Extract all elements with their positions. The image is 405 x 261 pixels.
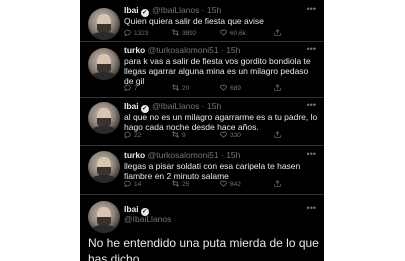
retweet-icon — [172, 131, 179, 138]
share-button[interactable] — [274, 29, 284, 39]
share-button[interactable] — [274, 84, 284, 94]
like-button[interactable]: 330 — [220, 131, 241, 141]
reply-count: 1323 — [134, 30, 149, 37]
display-name[interactable]: Ibai — [124, 204, 139, 214]
share-button[interactable] — [274, 131, 284, 141]
like-button[interactable]: 60,6k — [220, 29, 246, 39]
display-name[interactable]: turko — [124, 45, 145, 55]
reply-count: 14 — [134, 181, 142, 188]
tweet-thread: Ibai ✓ @IbaiLlanos · 15h ••• Quien quiera… — [80, 0, 324, 261]
timestamp[interactable]: · 15h — [221, 150, 240, 160]
tweet-actions: 22 9 330 — [124, 131, 318, 141]
more-icon[interactable]: ••• — [307, 4, 316, 14]
more-icon[interactable]: ••• — [307, 203, 316, 213]
display-name[interactable]: Ibai — [124, 101, 139, 111]
avatar[interactable] — [88, 48, 120, 80]
avatar[interactable] — [88, 151, 120, 183]
reply-icon — [124, 84, 131, 92]
heart-icon — [220, 180, 227, 187]
tweet-text: para k vas a salir de fiesta vos gordito… — [124, 56, 311, 86]
tweet-text: al que no es un milagro agarrarme es a t… — [124, 112, 318, 132]
more-icon[interactable]: ••• — [307, 149, 316, 159]
retweet-count: 20 — [182, 85, 190, 92]
tweet-actions: 14 25 842 — [124, 180, 318, 190]
share-icon — [274, 180, 281, 187]
divider — [80, 41, 324, 42]
retweet-button[interactable]: 25 — [172, 180, 189, 190]
retweet-icon — [172, 84, 179, 91]
reply-icon — [124, 131, 131, 139]
retweet-button[interactable]: 20 — [172, 84, 189, 94]
retweet-count: 9 — [182, 132, 186, 139]
handle[interactable]: @turkosalomoni51 — [148, 150, 219, 160]
avatar[interactable] — [88, 102, 120, 134]
tweet-header: turko @turkosalomoni51 · 15h — [124, 150, 240, 160]
retweet-icon — [172, 180, 179, 187]
divider — [80, 145, 324, 146]
reply-button[interactable]: 14 — [124, 180, 141, 190]
heart-icon — [220, 84, 227, 91]
like-count: 330 — [230, 132, 241, 139]
more-icon[interactable]: ••• — [307, 100, 316, 110]
retweet-count: 3892 — [182, 30, 197, 37]
retweet-icon — [172, 29, 179, 36]
handle[interactable]: @IbaiLlanos — [152, 5, 199, 15]
like-count: 842 — [230, 181, 241, 188]
more-icon[interactable]: ••• — [307, 44, 316, 54]
divider — [80, 97, 324, 98]
like-button[interactable]: 842 — [220, 180, 241, 190]
reply-icon — [124, 29, 131, 37]
retweet-count: 25 — [182, 181, 190, 188]
like-count: 60,6k — [230, 30, 246, 37]
reply-button[interactable]: 1323 — [124, 29, 148, 39]
heart-icon — [220, 131, 227, 138]
reply-icon — [124, 180, 131, 188]
tweet-text: Quien quiera salir de fiesta que avise — [124, 16, 264, 26]
retweet-button[interactable]: 3892 — [172, 29, 196, 39]
share-button[interactable] — [274, 180, 284, 190]
reply-button[interactable]: 22 — [124, 131, 141, 141]
timestamp[interactable]: · 15h — [221, 45, 240, 55]
handle[interactable]: @turkosalomoni51 — [148, 45, 219, 55]
tweet-actions: 1323 3892 60,6k — [124, 29, 318, 39]
like-button[interactable]: 689 — [220, 84, 241, 94]
avatar[interactable] — [88, 8, 120, 40]
handle[interactable]: @IbaiLlanos — [124, 214, 171, 224]
focused-tweet[interactable]: Ibai ✓ @IbaiLlanos ••• No he entendido un… — [80, 195, 324, 261]
reply-count: 7 — [134, 85, 138, 92]
like-count: 689 — [230, 85, 241, 92]
avatar[interactable] — [88, 201, 120, 233]
tweet-handle-line: @IbaiLlanos — [124, 214, 171, 224]
retweet-button[interactable]: 9 — [172, 131, 186, 141]
share-icon — [274, 131, 281, 138]
handle[interactable]: @IbaiLlanos — [152, 101, 199, 111]
share-icon — [274, 84, 281, 91]
timestamp[interactable]: · 15h — [202, 5, 221, 15]
heart-icon — [220, 29, 227, 36]
display-name[interactable]: Ibai — [124, 5, 139, 15]
tweet-actions: 7 20 689 — [124, 84, 318, 94]
share-icon — [274, 29, 281, 36]
tweet-header: turko @turkosalomoni51 · 15h — [124, 45, 240, 55]
tweet-text: No he entendido una puta mierda de lo qu… — [88, 236, 319, 261]
reply-button[interactable]: 7 — [124, 84, 138, 94]
tweet-text: llegas a pisar soldati con esa caripela … — [124, 161, 301, 181]
display-name[interactable]: turko — [124, 150, 145, 160]
reply-count: 22 — [134, 132, 142, 139]
timestamp[interactable]: · 15h — [202, 101, 221, 111]
